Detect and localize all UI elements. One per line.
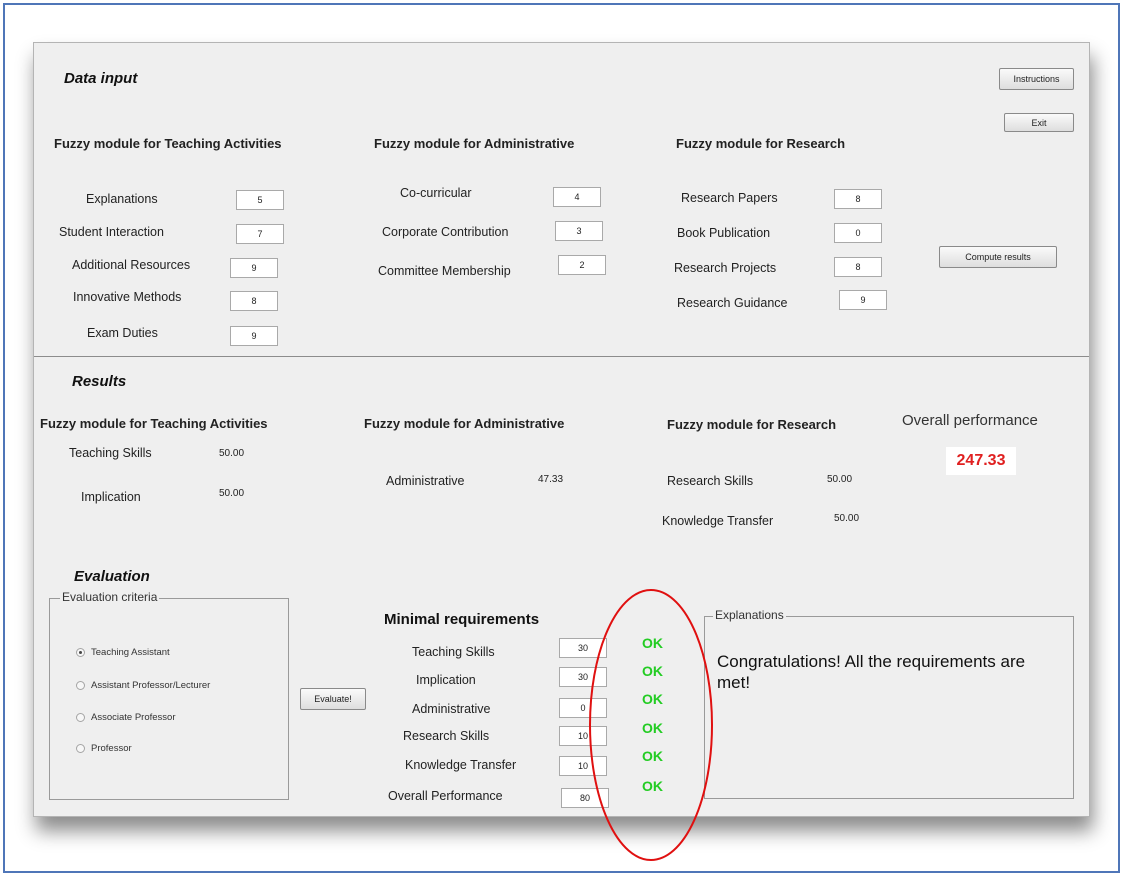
knowledge-transfer-result-value: 50.00: [834, 513, 860, 524]
radio-unselected-icon: [76, 744, 85, 754]
radio-label: Teaching Assistant: [91, 647, 170, 659]
radio-associate-professor[interactable]: Associate Professor: [76, 709, 175, 727]
committee-membership-input[interactable]: 2: [558, 255, 606, 275]
explanations-group: Explanations Congratulations! All the re…: [704, 608, 1074, 799]
explanations-label: Explanations: [86, 192, 158, 206]
teaching-input-module-title: Fuzzy module for Teaching Activities: [54, 136, 282, 151]
additional-resources-input[interactable]: 9: [230, 258, 278, 278]
research-input-module-title: Fuzzy module for Research: [676, 136, 846, 151]
research-projects-input[interactable]: 8: [834, 257, 882, 277]
app-window: Data input Instructions Exit Compute res…: [33, 42, 1090, 817]
teaching-results-module-title: Fuzzy module for Teaching Activities: [40, 416, 268, 431]
committee-membership-label: Committee Membership: [378, 264, 511, 278]
data-input-title: Data input: [64, 70, 138, 87]
instructions-button[interactable]: Instructions: [999, 68, 1074, 90]
student-interaction-input[interactable]: 7: [236, 224, 284, 244]
book-publication-input[interactable]: 0: [834, 223, 882, 243]
min-implication-label: Implication: [416, 673, 476, 687]
implication-result-value: 50.00: [219, 488, 245, 499]
evaluation-criteria-legend: Evaluation criteria: [60, 590, 160, 604]
research-results-module-title: Fuzzy module for Research: [667, 417, 837, 432]
innovative-methods-input[interactable]: 8: [230, 291, 278, 311]
knowledge-transfer-result-label: Knowledge Transfer: [662, 514, 774, 528]
student-interaction-label: Student Interaction: [59, 225, 164, 239]
min-knowledge-transfer-label: Knowledge Transfer: [405, 758, 517, 772]
explanations-legend: Explanations: [713, 608, 786, 622]
radio-unselected-icon: [76, 681, 85, 691]
exam-duties-label: Exam Duties: [87, 326, 158, 340]
min-overall-performance-label: Overall Performance: [388, 789, 503, 803]
research-skills-result-value: 50.00: [827, 474, 853, 485]
additional-resources-label: Additional Resources: [72, 258, 191, 272]
radio-unselected-icon: [76, 713, 85, 723]
research-papers-label: Research Papers: [681, 191, 778, 205]
exam-duties-input[interactable]: 9: [230, 326, 278, 346]
innovative-methods-label: Innovative Methods: [73, 290, 182, 304]
teaching-skills-result-label: Teaching Skills: [69, 446, 152, 460]
min-research-skills-label: Research Skills: [403, 729, 490, 743]
book-publication-label: Book Publication: [677, 226, 771, 240]
administrative-result-label: Administrative: [386, 474, 465, 488]
min-teaching-skills-label: Teaching Skills: [412, 645, 495, 659]
overall-performance-value: 247.33: [946, 447, 1016, 475]
administrative-results-module-title: Fuzzy module for Administrative: [364, 416, 565, 431]
radio-teaching-assistant[interactable]: Teaching Assistant: [76, 644, 170, 662]
co-curricular-label: Co-curricular: [400, 186, 472, 200]
teaching-skills-result-value: 50.00: [219, 448, 245, 459]
exit-button[interactable]: Exit: [1004, 113, 1074, 132]
radio-label: Assistant Professor/Lecturer: [91, 680, 211, 692]
evaluation-title: Evaluation: [74, 568, 150, 585]
research-skills-result-label: Research Skills: [667, 474, 754, 488]
radio-assistant-professor-lecturer[interactable]: Assistant Professor/Lecturer: [76, 677, 210, 695]
section-divider: [34, 356, 1089, 357]
explanations-input[interactable]: 5: [236, 190, 284, 210]
co-curricular-input[interactable]: 4: [553, 187, 601, 207]
corporate-contribution-label: Corporate Contribution: [382, 225, 509, 239]
implication-result-label: Implication: [81, 490, 141, 504]
minimal-requirements-title: Minimal requirements: [384, 611, 540, 628]
compute-results-button[interactable]: Compute results: [939, 246, 1057, 268]
evaluate-button[interactable]: Evaluate!: [300, 688, 366, 710]
administrative-input-module-title: Fuzzy module for Administrative: [374, 136, 575, 151]
red-ellipse-annotation: [589, 589, 713, 861]
corporate-contribution-input[interactable]: 3: [555, 221, 603, 241]
min-administrative-label: Administrative: [412, 702, 491, 716]
overall-performance-label: Overall performance: [902, 412, 1038, 429]
research-guidance-input[interactable]: 9: [839, 290, 887, 310]
radio-selected-icon: [76, 648, 85, 658]
administrative-result-value: 47.33: [538, 474, 564, 485]
radio-label: Professor: [91, 743, 132, 755]
research-guidance-label: Research Guidance: [677, 296, 788, 310]
evaluation-criteria-group: Evaluation criteria Teaching Assistant A…: [49, 590, 289, 800]
radio-professor[interactable]: Professor: [76, 740, 132, 758]
results-title: Results: [72, 373, 127, 390]
radio-label: Associate Professor: [91, 712, 176, 724]
explanation-text: Congratulations! All the requirements ar…: [717, 652, 1026, 692]
research-papers-input[interactable]: 8: [834, 189, 882, 209]
research-projects-label: Research Projects: [674, 261, 777, 275]
